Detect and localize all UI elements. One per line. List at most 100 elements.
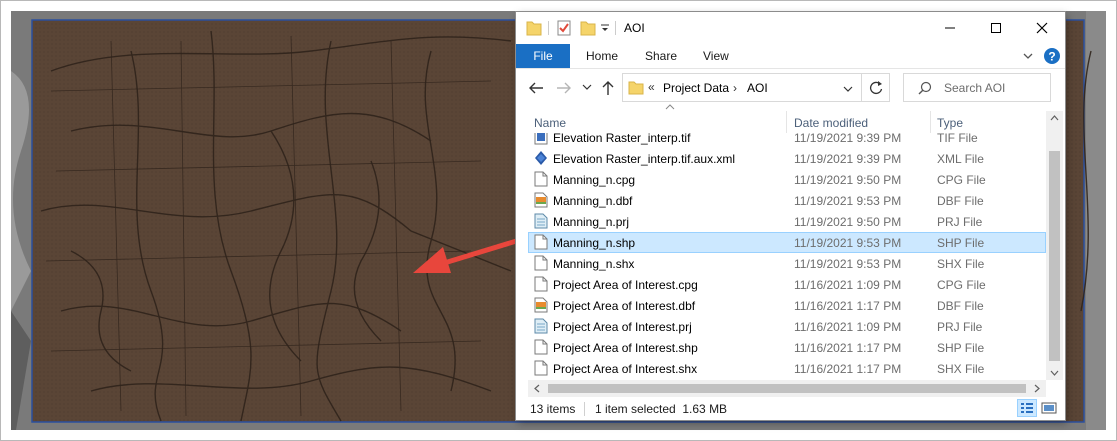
file-type: TIF File xyxy=(937,133,978,145)
expand-ribbon-icon[interactable] xyxy=(1022,51,1034,61)
column-divider[interactable] xyxy=(930,111,931,133)
file-type: SHP File xyxy=(937,236,985,250)
tab-share[interactable]: Share xyxy=(645,44,677,68)
file-date-modified: 11/19/2021 9:53 PM xyxy=(794,236,902,250)
file-row[interactable]: Manning_n.shx 11/19/2021 9:53 PM SHX File xyxy=(528,253,1046,274)
file-date-modified: 11/16/2021 1:17 PM xyxy=(794,362,902,376)
tab-home[interactable]: Home xyxy=(586,44,618,68)
file-type: DBF File xyxy=(937,299,984,313)
file-row[interactable]: Project Area of Interest.dbf 11/16/2021 1… xyxy=(528,295,1046,316)
scroll-down-icon[interactable] xyxy=(1050,368,1059,378)
scroll-up-icon[interactable] xyxy=(1050,113,1059,123)
file-list[interactable]: Elevation Raster_interp.tif 11/19/2021 9:… xyxy=(528,133,1046,380)
scroll-right-icon[interactable] xyxy=(1032,384,1042,393)
qat-divider xyxy=(548,21,549,35)
sort-ascending-icon xyxy=(665,104,675,110)
address-dropdown-icon[interactable] xyxy=(843,85,853,93)
ribbon: File Home Share View ? xyxy=(516,44,1065,69)
file-row[interactable]: Manning_n.cpg 11/19/2021 9:50 PM CPG File xyxy=(528,169,1046,190)
file-row[interactable]: Manning_n.prj 11/19/2021 9:50 PM PRJ File xyxy=(528,211,1046,232)
file-name: Manning_n.shp xyxy=(553,236,636,250)
tab-view[interactable]: View xyxy=(703,44,729,68)
item-count: 13 items xyxy=(530,402,576,416)
file-row[interactable]: Project Area of Interest.shp 11/16/2021 1… xyxy=(528,337,1046,358)
file-date-modified: 11/16/2021 1:09 PM xyxy=(794,278,902,292)
file-name: Manning_n.shx xyxy=(553,257,635,271)
recent-locations-icon[interactable] xyxy=(582,83,592,91)
horizontal-scroll-thumb[interactable] xyxy=(548,384,1026,393)
dbf-file-icon xyxy=(534,297,548,313)
xml-layer-icon xyxy=(535,151,547,165)
file-type: DBF File xyxy=(937,194,984,208)
search-placeholder: Search AOI xyxy=(944,81,1006,95)
large-icons-view-icon xyxy=(1041,402,1057,414)
column-date-modified[interactable]: Date modified xyxy=(794,116,868,130)
file-type: PRJ File xyxy=(937,215,983,229)
file-type: XML File xyxy=(937,152,984,166)
back-arrow-icon[interactable] xyxy=(528,81,544,95)
column-name[interactable]: Name xyxy=(534,116,566,130)
close-button[interactable] xyxy=(1019,12,1065,44)
file-date-modified: 11/19/2021 9:53 PM xyxy=(794,194,902,208)
file-date-modified: 11/16/2021 1:09 PM xyxy=(794,320,902,334)
file-type: SHP File xyxy=(937,341,985,355)
up-arrow-icon[interactable] xyxy=(601,80,615,96)
file-date-modified: 11/19/2021 9:50 PM xyxy=(794,173,902,187)
file-row[interactable]: Project Area of Interest.cpg 11/16/2021 1… xyxy=(528,274,1046,295)
forward-arrow-icon[interactable] xyxy=(556,81,572,95)
column-divider[interactable] xyxy=(786,111,787,133)
address-bar[interactable]: « Project Data › AOI xyxy=(622,73,862,102)
file-explorer-window[interactable]: AOI File Home Share View ? « Project Dat… xyxy=(516,12,1065,420)
breadcrumb-project-data[interactable]: Project Data xyxy=(663,81,729,95)
file-type: SHX File xyxy=(937,257,985,271)
vertical-scroll-thumb[interactable] xyxy=(1049,151,1060,361)
file-name: Project Area of Interest.prj xyxy=(553,320,692,334)
svg-text:?: ? xyxy=(1048,50,1055,64)
minimize-button[interactable] xyxy=(927,12,973,44)
file-date-modified: 11/19/2021 9:50 PM xyxy=(794,215,902,229)
selection-info: 1 item selected 1.63 MB xyxy=(595,402,728,416)
file-date-modified: 11/16/2021 1:17 PM xyxy=(794,341,902,355)
file-row[interactable]: Manning_n.shp 11/19/2021 9:53 PM SHP File xyxy=(528,232,1046,253)
scroll-left-icon[interactable] xyxy=(532,384,542,393)
new-folder-icon[interactable] xyxy=(580,19,596,37)
file-date-modified: 11/16/2021 1:17 PM xyxy=(794,299,902,313)
refresh-button[interactable] xyxy=(862,73,890,102)
file-row[interactable]: Manning_n.dbf 11/19/2021 9:53 PM DBF File xyxy=(528,190,1046,211)
vertical-scrollbar[interactable] xyxy=(1046,111,1063,380)
file-row[interactable]: Elevation Raster_interp.tif.aux.xml 11/19… xyxy=(528,148,1046,169)
search-box[interactable]: Search AOI xyxy=(903,73,1051,102)
customize-qat-icon[interactable] xyxy=(600,19,610,37)
help-icon[interactable]: ? xyxy=(1043,47,1061,65)
breadcrumb-separator-icon: › xyxy=(733,81,737,95)
file-row[interactable]: Project Area of Interest.prj 11/16/2021 1… xyxy=(528,316,1046,337)
minimize-icon xyxy=(945,27,955,29)
file-row[interactable]: Project Area of Interest.shx 11/16/2021 1… xyxy=(528,358,1046,379)
navigation-bar: « Project Data › AOI Search AOI xyxy=(516,69,1065,107)
search-icon xyxy=(918,81,932,95)
column-type[interactable]: Type xyxy=(937,116,963,130)
address-overflow[interactable]: « xyxy=(648,80,655,94)
tab-file[interactable]: File xyxy=(516,44,570,68)
title-bar[interactable]: AOI xyxy=(516,12,1065,44)
dbf-file-icon xyxy=(534,192,548,208)
file-name: Manning_n.cpg xyxy=(553,173,636,187)
breadcrumb-aoi[interactable]: AOI xyxy=(747,81,768,95)
folder-icon xyxy=(526,21,542,36)
maximize-button[interactable] xyxy=(973,12,1019,44)
file-row[interactable]: Elevation Raster_interp.tif 11/19/2021 9:… xyxy=(528,133,1046,148)
properties-icon[interactable] xyxy=(556,19,572,37)
details-view-button[interactable] xyxy=(1017,399,1037,417)
file-name: Project Area of Interest.dbf xyxy=(553,299,696,313)
file-type: CPG File xyxy=(937,278,986,292)
large-icons-view-button[interactable] xyxy=(1039,399,1059,417)
maximize-icon xyxy=(991,23,1001,33)
blank-file-icon xyxy=(534,171,548,187)
file-name: Project Area of Interest.cpg xyxy=(553,278,698,292)
raster-file-icon xyxy=(534,133,548,145)
prj-file-icon xyxy=(534,318,548,334)
blank-file-icon xyxy=(534,360,548,376)
file-name: Elevation Raster_interp.tif xyxy=(553,133,691,145)
file-date-modified: 11/19/2021 9:53 PM xyxy=(794,257,902,271)
horizontal-scrollbar[interactable] xyxy=(528,380,1046,397)
